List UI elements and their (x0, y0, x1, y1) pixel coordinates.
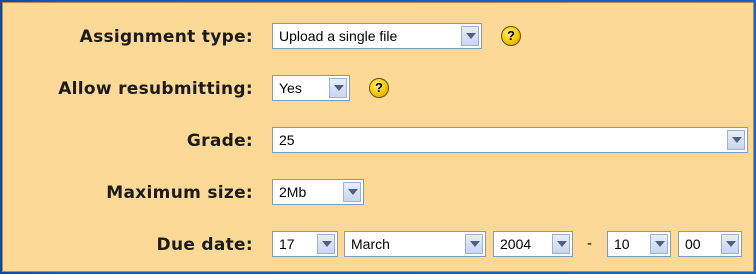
due-date-month-value: March (351, 236, 390, 252)
due-date-minute-value: 00 (685, 236, 701, 252)
due-date-label: Due date: (156, 235, 253, 255)
help-icon[interactable]: ? (501, 26, 521, 46)
chevron-down-icon[interactable] (650, 234, 668, 254)
maximum-size-value: 2Mb (279, 184, 307, 200)
chevron-down-icon[interactable] (721, 234, 739, 254)
grade-select[interactable]: 25 (272, 127, 748, 153)
chevron-down-icon[interactable] (329, 78, 347, 98)
allow-resubmitting-select[interactable]: Yes (272, 75, 350, 101)
allow-resubmitting-label: Allow resubmitting: (58, 79, 253, 99)
chevron-down-icon[interactable] (727, 130, 745, 150)
due-date-hour-value: 10 (614, 236, 630, 252)
due-date-month-select[interactable]: March (344, 231, 486, 257)
chevron-down-icon[interactable] (317, 234, 335, 254)
due-date-year-value: 2004 (500, 236, 532, 252)
assignment-type-select[interactable]: Upload a single file (272, 23, 482, 49)
assignment-type-label: Assignment type: (79, 27, 253, 47)
due-date-year-select[interactable]: 2004 (493, 231, 573, 257)
assignment-settings-panel: Assignment type: Upload a single file ? … (2, 2, 754, 272)
due-date-hour-select[interactable]: 10 (607, 231, 671, 257)
maximum-size-label: Maximum size: (106, 183, 253, 203)
chevron-down-icon[interactable] (465, 234, 483, 254)
help-icon[interactable]: ? (369, 78, 389, 98)
grade-value: 25 (279, 132, 295, 148)
assignment-type-value: Upload a single file (279, 28, 398, 44)
chevron-down-icon[interactable] (461, 26, 479, 46)
maximum-size-select[interactable]: 2Mb (272, 179, 364, 205)
chevron-down-icon[interactable] (552, 234, 570, 254)
due-date-minute-select[interactable]: 00 (678, 231, 742, 257)
allow-resubmitting-value: Yes (279, 80, 302, 96)
date-time-separator: - (587, 235, 592, 252)
due-date-day-select[interactable]: 17 (272, 231, 338, 257)
chevron-down-icon[interactable] (343, 182, 361, 202)
grade-label: Grade: (186, 131, 253, 151)
due-date-day-value: 17 (279, 236, 295, 252)
